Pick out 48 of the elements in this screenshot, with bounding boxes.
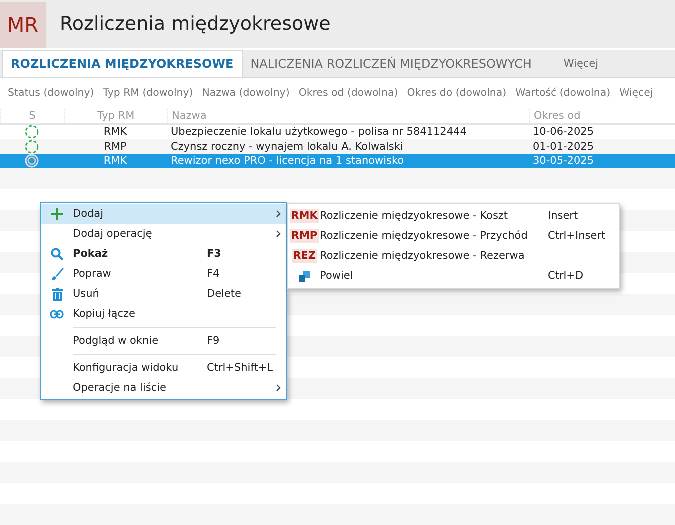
brush-icon (50, 268, 64, 280)
menu-item[interactable]: Podgląd w oknie F9 (41, 331, 286, 351)
filter-link[interactable]: Wartość (dowolna) (516, 88, 611, 104)
menu-item[interactable]: Konfiguracja widoku Ctrl+Shift+L (41, 358, 286, 378)
table-row[interactable]: RMK Ubezpieczenie lokalu użytkowego - polisa nr 584112444 10-06-2025 (0, 125, 675, 140)
plus-icon (51, 208, 63, 220)
table-cell-text: 30-05-2025 (532, 154, 596, 168)
table-row[interactable]: RMP Czynsz roczny - wynajem lokalu A. Kolwalski 01-01-2025 (0, 139, 675, 154)
table-cell-text: 10-06-2025 (532, 125, 596, 140)
tab[interactable]: Więcej (540, 50, 623, 77)
table-cell-text: RMK (102, 125, 128, 140)
tab[interactable]: ROZLICZENIA MIĘDZYOKRESOWE (2, 50, 243, 77)
menu-item[interactable]: Kopiuj łącze (41, 304, 286, 324)
page-title: Rozliczenia międzyokresowe (60, 13, 331, 35)
menu-item[interactable]: Dodaj (41, 204, 286, 224)
type-badge: RMK (290, 209, 319, 223)
table-cell-text: RMP (103, 140, 128, 154)
filter-link[interactable]: Okres od (dowolna) (298, 88, 398, 104)
menu-item[interactable]: Usuń Delete (41, 284, 286, 304)
menu-item[interactable]: Pokaż F3 (41, 244, 286, 264)
status-circle-icon (25, 125, 39, 140)
table-cell-text: RMK (102, 154, 128, 168)
table-cell-text: Rewizor nexo PRO - licencja na 1 stanowisko (170, 154, 406, 168)
menu-item[interactable]: REZ Rozliczenie międzyokresowe - Rezerwa (288, 246, 619, 266)
filter-link[interactable]: Status (dowolny) (8, 88, 94, 104)
type-badge: REZ (292, 249, 317, 263)
search-icon (50, 248, 64, 260)
table-cell-text: 01-01-2025 (532, 140, 596, 154)
menu-item[interactable]: RMP Rozliczenie międzyokresowe - Przychód Ctrl+Insert (288, 226, 619, 246)
link-icon (50, 310, 64, 318)
menu-item[interactable]: Popraw F4 (41, 264, 286, 284)
menu-item[interactable]: Powiel Ctrl+D (288, 266, 619, 286)
filter-link[interactable]: Typ RM (dowolny) (103, 88, 194, 104)
menu-item[interactable]: Operacje na liście (41, 378, 286, 398)
menu-item[interactable]: Dodaj operację (41, 224, 286, 244)
duplicate-icon (298, 270, 310, 282)
filter-link[interactable]: Okres do (dowolna) (407, 88, 507, 104)
filter-link[interactable]: Nazwa (dowolny) (202, 88, 290, 104)
tab[interactable]: NALICZENIA ROZLICZEŃ MIĘDZYOKRESOWYCH (242, 50, 540, 77)
menu-item[interactable]: RMK Rozliczenie międzyokresowe - Koszt Insert (288, 206, 619, 226)
status-ring-icon (25, 154, 39, 168)
trash-icon (52, 288, 62, 300)
type-badge: RMP (290, 229, 319, 243)
table-cell-text: Czynsz roczny - wynajem lokalu A. Kolwalski (170, 140, 404, 154)
table-cell-text: Ubezpieczenie lokalu użytkowego - polisa nr 584112444 (170, 125, 468, 140)
app-logo: MR (0, 2, 46, 48)
filter-link[interactable]: Więcej (620, 88, 654, 104)
status-circle-icon (25, 140, 39, 154)
